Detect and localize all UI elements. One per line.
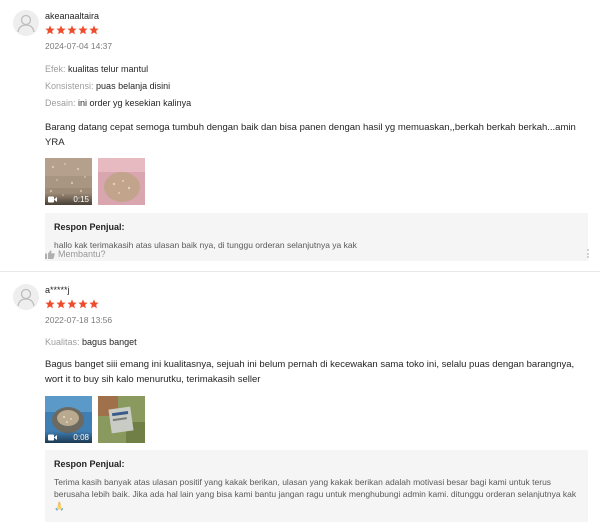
review-text: Bagus banget siii emang ini kualitasnya,… [45,359,575,385]
star-icon [45,299,55,309]
user-placeholder-icon [17,288,35,307]
review-item: a*****j 2022-07-18 13:56 Kualitas: bagus… [0,0,600,522]
attribute-key: Kualitas: [45,337,80,347]
video-overlay: 0:08 [45,431,92,443]
star-rating [45,299,588,311]
product-photo [98,396,145,443]
review-video-thumbnail[interactable]: 0:08 [45,396,92,443]
seller-response: Respon Penjual: Terima kasih banyak atas… [45,450,588,522]
video-duration: 0:08 [73,432,89,442]
review-image-thumbnail[interactable] [98,396,145,443]
review-datetime: 2022-07-18 13:56 [45,315,113,325]
seller-response-text: Terima kasih banyak atas ulasan positif … [54,477,577,511]
avatar[interactable] [13,284,39,310]
video-camera-icon [48,434,57,440]
attribute-value: bagus banget [82,337,137,347]
attribute-row: Kualitas: bagus banget [45,336,588,349]
review-media: 0:08 [45,396,588,443]
star-icon [56,299,66,309]
star-icon [78,299,88,309]
seller-response-title: Respon Penjual: [54,459,125,469]
star-icon [89,299,99,309]
star-icon [67,299,77,309]
reviewer-name: a*****j [45,285,70,295]
